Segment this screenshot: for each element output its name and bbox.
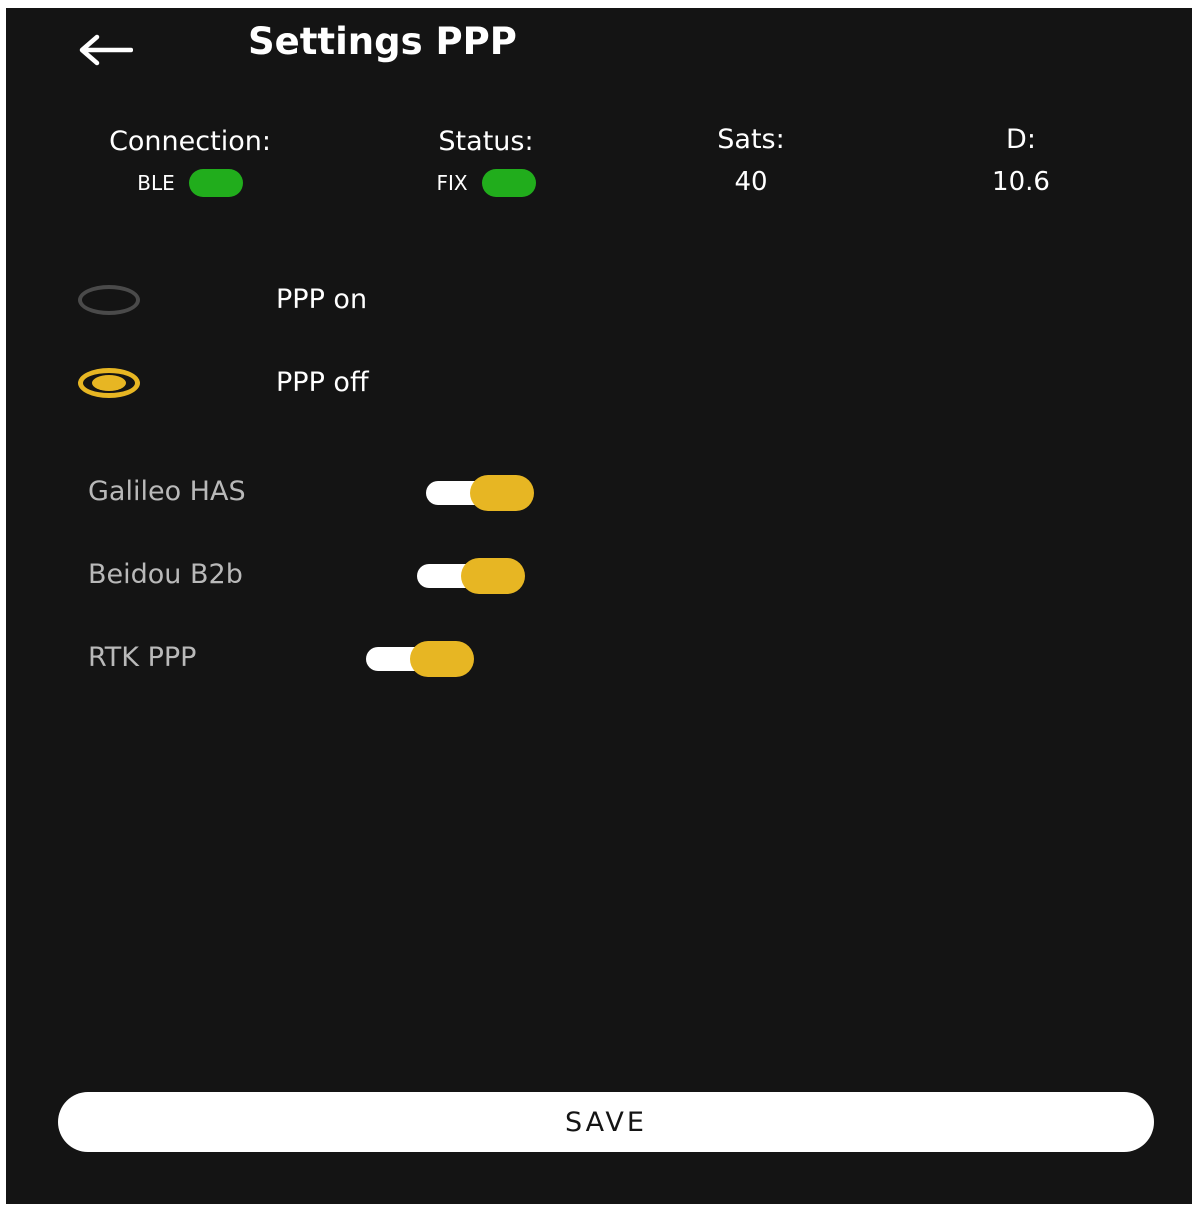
sats-value: 40	[734, 167, 768, 197]
status-label: Status:	[438, 126, 534, 157]
status-value: FIX	[436, 171, 468, 195]
radio-ppp-off-label: PPP off	[276, 367, 369, 398]
status-indicator-dot	[481, 169, 536, 197]
galileo-has-label: Galileo HAS	[88, 476, 246, 507]
save-button[interactable]: SAVE	[58, 1092, 1154, 1152]
connection-stat: Connection: BLE	[62, 126, 318, 197]
radio-ppp-off[interactable]: PPP off	[78, 367, 369, 398]
connection-indicator-dot	[188, 169, 243, 197]
radio-unselected-icon	[78, 284, 140, 315]
page-title: Settings PPP	[248, 20, 517, 63]
connection-value: BLE	[137, 171, 175, 195]
radio-ppp-on[interactable]: PPP on	[78, 284, 367, 315]
sats-stat: Sats: 40	[686, 124, 816, 197]
settings-ppp-screen: Settings PPP Connection: BLE Status: FIX…	[6, 8, 1192, 1204]
connection-label: Connection:	[109, 126, 271, 157]
status-stat: Status: FIX	[406, 126, 566, 197]
galileo-has-toggle[interactable]	[426, 475, 534, 511]
rtk-ppp-toggle[interactable]	[366, 641, 474, 677]
rtk-ppp-label: RTK PPP	[88, 642, 197, 673]
beidou-b2b-label: Beidou B2b	[88, 559, 243, 590]
d-label: D:	[1006, 124, 1036, 155]
arrow-left-icon	[79, 34, 133, 66]
radio-selected-icon	[78, 367, 140, 398]
back-button[interactable]	[70, 22, 140, 78]
d-stat: D: 10.6	[956, 124, 1086, 197]
beidou-b2b-toggle[interactable]	[417, 558, 525, 594]
d-value: 10.6	[992, 167, 1050, 197]
radio-ppp-on-label: PPP on	[276, 284, 368, 315]
sats-label: Sats:	[717, 124, 785, 155]
